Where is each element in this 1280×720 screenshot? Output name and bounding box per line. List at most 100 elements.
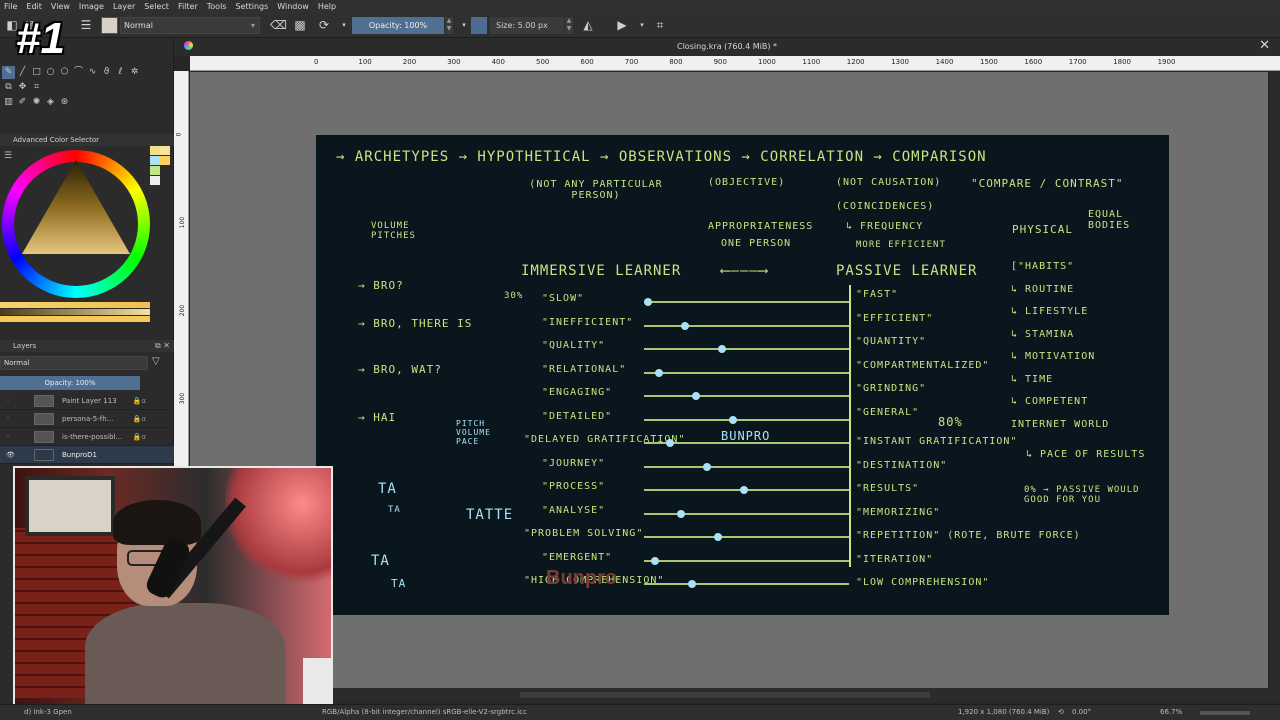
bezier-tool-icon[interactable]: ∿ <box>86 66 99 79</box>
layer-row[interactable]: ◦ persona-5-fh... 🔒α <box>0 410 174 428</box>
horizontal-ruler[interactable]: 0 100 200 300 400 500 600 700 800 900 1000 1100 1200… <box>190 56 1280 71</box>
reload-icon[interactable]: ⟳ <box>316 17 332 34</box>
layers-panel-close-icon[interactable]: ⧉ ✕ <box>155 340 170 352</box>
multibrush-tool-icon[interactable]: ✲ <box>128 66 141 79</box>
eraser-icon[interactable]: ⌫ <box>270 17 287 34</box>
brush-settings-icon[interactable]: ☰ <box>78 17 94 34</box>
menu-item-filter[interactable]: Filter <box>178 2 198 11</box>
board-note: (OBJECTIVE) <box>708 177 786 188</box>
document-title[interactable]: Closing.kra (760.4 MiB) * <box>174 42 1280 51</box>
transform-tool-icon[interactable]: ⧉ <box>2 81 15 94</box>
foreground-color-swatch[interactable] <box>471 17 487 34</box>
polygon-tool-icon[interactable]: ⬠ <box>58 66 71 79</box>
menu-item-tools[interactable]: Tools <box>207 2 227 11</box>
board-header: → ARCHETYPES → HYPOTHETICAL → OBSERVATIO… <box>336 149 987 165</box>
wrap-around-icon[interactable]: ⌗ <box>652 17 668 34</box>
right-trait: ↳ TIME <box>1011 373 1054 385</box>
visibility-icon[interactable]: ◦ <box>6 410 10 428</box>
zoom-slider[interactable] <box>1200 711 1250 715</box>
visibility-icon[interactable]: ◦ <box>6 392 10 410</box>
trait-marker <box>692 392 700 400</box>
line-tool-icon[interactable]: ╱ <box>16 66 29 79</box>
horizontal-scrollbar[interactable] <box>190 688 1280 703</box>
gradient-tool-icon[interactable]: ▥ <box>2 96 15 109</box>
color-value-bars[interactable] <box>0 301 150 322</box>
layer-name: is-there-possibl... <box>62 433 123 441</box>
ellipse-tool-icon[interactable]: ○ <box>44 66 57 79</box>
reload-dropdown-icon[interactable]: ▾ <box>336 17 352 34</box>
rectangle-tool-icon[interactable]: □ <box>30 66 43 79</box>
visibility-icon[interactable]: 👁 <box>6 446 15 464</box>
board-note: PITCH VOLUME PACE <box>456 419 491 446</box>
scrollbar-thumb[interactable] <box>520 692 930 698</box>
freehand-brush-tool-icon[interactable]: ✎ <box>2 66 15 79</box>
mirror-horizontal-icon[interactable]: ◭ <box>580 17 596 34</box>
layer-filter-icon[interactable]: ▽ <box>152 356 160 367</box>
crop-tool-icon[interactable]: ⌗ <box>30 81 43 94</box>
layer-row[interactable]: ◦ Paint Layer 113 🔒α <box>0 392 174 410</box>
mirror-vertical-icon[interactable]: ▶ <box>614 17 630 34</box>
color-picker-tool-icon[interactable]: ✐ <box>16 96 29 109</box>
layer-flags-icon[interactable]: 🔒α <box>133 428 146 446</box>
menu-item-view[interactable]: View <box>51 2 70 11</box>
trait-marker <box>688 580 696 588</box>
divider-line <box>849 285 851 567</box>
right-trait: INTERNET WORLD <box>1011 418 1110 430</box>
freehand-path-tool-icon[interactable]: ϑ <box>100 66 113 79</box>
polyline-tool-icon[interactable]: ⌒ <box>72 66 85 79</box>
ruler-tick-label: 800 <box>669 58 683 66</box>
assistant-tool-icon[interactable]: ⊛ <box>58 96 71 109</box>
status-zoom[interactable]: 66.7% <box>1160 705 1182 720</box>
menu-item-window[interactable]: Window <box>277 2 309 11</box>
menu-item-edit[interactable]: Edit <box>26 2 42 11</box>
menu-item-settings[interactable]: Settings <box>235 2 268 11</box>
ruler-tick-label: 500 <box>536 58 550 66</box>
layer-thumbnail <box>34 395 54 407</box>
size-spinner[interactable]: ▲ ▼ <box>565 17 573 34</box>
immersive-trait: "RELATIONAL" <box>542 363 627 375</box>
move-tool-icon[interactable]: ✥ <box>16 81 29 94</box>
layer-opacity-slider[interactable]: Opacity: 100% <box>0 376 140 390</box>
immersive-trait: "DETAILED" <box>542 410 613 422</box>
color-history-swatches[interactable] <box>150 146 171 186</box>
menu-item-layer[interactable]: Layer <box>113 2 135 11</box>
status-rotation[interactable]: 0.00° <box>1072 705 1091 720</box>
menu-item-help[interactable]: Help <box>318 2 336 11</box>
vertical-scrollbar[interactable] <box>1269 72 1280 688</box>
menu-item-image[interactable]: Image <box>79 2 104 11</box>
opacity-dropdown-icon[interactable]: ▾ <box>456 17 472 34</box>
mirror-dropdown-icon[interactable]: ▾ <box>634 17 650 34</box>
board-note: MORE EFFICIENT <box>856 240 946 250</box>
ruler-tick-label: 1800 <box>1113 58 1132 66</box>
opacity-spinner[interactable]: ▲ ▼ <box>445 17 453 34</box>
smart-patch-tool-icon[interactable]: ✺ <box>30 96 43 109</box>
opacity-slider[interactable]: Opacity: 100% <box>352 17 444 34</box>
layer-row-selected[interactable]: 👁 BunproD1 <box>0 446 174 464</box>
trait-line <box>644 512 849 515</box>
dynamic-brush-tool-icon[interactable]: ℓ <box>114 66 127 79</box>
visibility-icon[interactable]: ◦ <box>6 428 10 446</box>
layer-row[interactable]: ◦ is-there-possibl... 🔒α <box>0 428 174 446</box>
alpha-lock-icon[interactable]: ▩ <box>292 17 308 34</box>
status-brush-name[interactable]: d) Ink-3 Gpen <box>24 705 72 720</box>
close-document-icon[interactable]: ✕ <box>1259 38 1270 53</box>
trait-marker <box>681 321 689 330</box>
immersive-trait: "SLOW" <box>542 293 585 304</box>
immersive-trait: "INEFFICIENT" <box>542 316 634 328</box>
menu-item-select[interactable]: Select <box>144 2 169 11</box>
fill-tool-icon[interactable]: ◈ <box>44 96 57 109</box>
rotation-icon[interactable]: ⟲ <box>1058 705 1064 720</box>
board-note: → HAI <box>358 411 397 424</box>
layer-blend-mode-select[interactable]: Normal <box>0 356 148 370</box>
trait-marker <box>651 556 659 565</box>
size-slider[interactable]: Size: 5.00 px <box>490 17 564 34</box>
layer-flags-icon[interactable]: 🔒α <box>133 392 146 410</box>
board-note: (COINCIDENCES) <box>836 201 935 212</box>
blend-mode-select[interactable]: Normal <box>120 17 260 34</box>
layer-flags-icon[interactable]: 🔒α <box>133 410 146 428</box>
color-selector-settings-icon[interactable]: ☰ <box>4 151 12 161</box>
brush-preset-button[interactable] <box>101 17 118 34</box>
status-colorspace[interactable]: RGB/Alpha (8-bit integer/channel) sRGB-e… <box>322 705 527 720</box>
menu-item-file[interactable]: File <box>4 2 17 11</box>
canvas-image[interactable]: → ARCHETYPES → HYPOTHETICAL → OBSERVATIO… <box>316 135 1169 615</box>
